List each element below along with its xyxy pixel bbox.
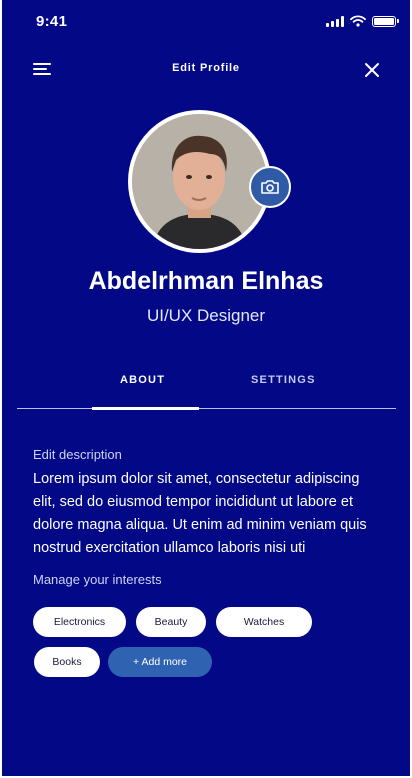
camera-icon <box>261 180 279 194</box>
interest-chip-beauty[interactable]: Beauty <box>136 607 206 637</box>
close-icon <box>365 63 379 77</box>
battery-icon <box>372 15 399 27</box>
tab-about[interactable]: ABOUT <box>120 374 165 386</box>
status-icons <box>326 15 399 27</box>
description-label: Edit description <box>33 447 122 462</box>
add-interest-button[interactable]: + Add more <box>108 647 212 677</box>
profile-role: UI/UX Designer <box>146 306 266 325</box>
interest-chip-watches[interactable]: Watches <box>216 607 312 637</box>
interests-label: Manage your interests <box>33 572 162 587</box>
profile-name: Abdelrhman Elnhas <box>88 267 324 295</box>
description-text[interactable]: Lorem ipsum dolor sit amet, consectetur … <box>33 468 373 560</box>
tabs-divider <box>17 408 396 409</box>
interest-chip-books[interactable]: Books <box>34 647 100 677</box>
wifi-icon <box>350 15 366 27</box>
signal-icon <box>326 15 344 27</box>
status-time: 9:41 <box>36 13 68 30</box>
edit-profile-screen: 9:41 Edit Profile Abdelrhman Elnhas UI/U… <box>2 0 410 776</box>
active-tab-indicator <box>92 407 199 410</box>
close-button[interactable] <box>364 62 380 78</box>
page-title: Edit Profile <box>172 62 240 74</box>
avatar-photo <box>132 114 267 249</box>
change-photo-button[interactable] <box>249 166 291 208</box>
interest-chip-electronics[interactable]: Electronics <box>33 607 126 637</box>
tab-settings[interactable]: SETTINGS <box>251 374 316 386</box>
